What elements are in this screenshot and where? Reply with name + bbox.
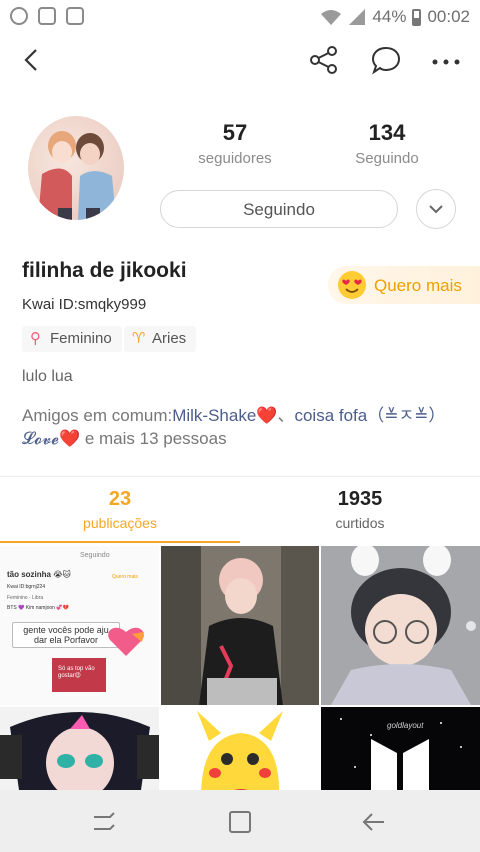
following-count: 134 (368, 120, 406, 145)
wifi-icon (321, 10, 342, 25)
following-label: Seguindo (355, 150, 419, 167)
tile-bts: BTS 💜 Kim namjoon 💞💔 (7, 605, 69, 611)
followers-count: 57 (222, 120, 248, 145)
quero-mais-button[interactable]: Quero mais (328, 266, 480, 304)
publicacoes-label: publicações (83, 515, 157, 531)
heart-icon: ❤️ (58, 429, 81, 448)
following-button[interactable]: Seguindo (160, 190, 398, 228)
post-thumbnail[interactable] (161, 707, 319, 790)
clock: 00:02 (427, 7, 470, 26)
battery-icon (412, 8, 422, 26)
tile-tags: Feminino · Libra (7, 595, 44, 601)
tile-following-label: Seguindo (80, 552, 110, 559)
status-bar: 44% 00:02 (0, 0, 480, 34)
whatsapp-icon (10, 7, 28, 25)
female-icon: ⚲ (30, 330, 41, 347)
post-thumbnail[interactable]: Seguindo tão sozinha 😭🐱 Kwai ID:bgrnj224… (0, 546, 159, 705)
aries-icon: ♈ (132, 330, 146, 347)
share-icon[interactable] (308, 44, 340, 76)
recent-apps-icon[interactable] (90, 808, 118, 836)
bio: lulo lua (22, 368, 73, 385)
mutual-friend-suffix: （≚ㅈ≚） (367, 406, 446, 425)
battery-percent: 44% (372, 7, 407, 26)
tile-kwai-id: Kwai ID:bgrnj224 (7, 584, 46, 590)
heart-eyes-emoji-icon (338, 271, 366, 299)
tile-sub-caption: Só as top vão gostar😍 (58, 666, 95, 679)
post-image (321, 546, 480, 705)
home-icon[interactable] (226, 808, 254, 836)
tile-inner-image: Só as top vão gostar😍 (52, 658, 106, 692)
heart-icon: ❤️ (256, 406, 278, 425)
tile-caption: gente vocês pode aju dar ela Porfavor (12, 622, 120, 648)
mutual-separator: 、 (277, 406, 295, 425)
more-dots-icon[interactable] (430, 44, 462, 76)
chat-bubble-icon[interactable] (370, 44, 402, 76)
zodiac-label: Aries (152, 330, 187, 347)
gender-tag: ⚲ Feminino (22, 326, 122, 352)
chevron-down-icon (429, 205, 443, 214)
tile-quero-mais: Quero mais (112, 574, 138, 580)
tile-text: goldlayout (387, 721, 424, 730)
divider (0, 476, 480, 477)
heart-sticker-icon (108, 627, 144, 656)
photo-icon (38, 7, 56, 25)
posts-grid: Seguindo tão sozinha 😭🐱 Kwai ID:bgrnj224… (0, 546, 480, 790)
mutual-friend-link[interactable]: Milk-Shake (172, 406, 256, 425)
post-image (161, 707, 319, 790)
post-image (0, 707, 159, 790)
post-thumbnail[interactable]: goldlayout (321, 707, 480, 790)
active-tab-indicator (0, 541, 240, 543)
profile-name: filinha de jikooki (22, 259, 187, 282)
mutual-prefix: Amigos em comum: (22, 406, 173, 425)
suggestions-dropdown-button[interactable] (416, 189, 456, 229)
mutual-friends[interactable]: Amigos em comum:Milk-Shake❤️、coisa fofa（… (22, 404, 462, 450)
post-thumbnail[interactable] (321, 546, 480, 705)
tile-name: tão sozinha 😭🐱 (7, 570, 71, 579)
mutual-friend-link[interactable]: coisa fofa (294, 406, 367, 425)
curtidos-count: 1935 (337, 488, 383, 510)
top-app-bar (0, 36, 480, 88)
quero-mais-label: Quero mais (374, 276, 462, 295)
back-arrow-icon[interactable] (18, 44, 50, 76)
post-thumbnail[interactable] (161, 546, 319, 705)
tab-publicacoes[interactable]: 23 publicações (0, 488, 240, 531)
followers-stat[interactable]: 57 seguidores (180, 120, 290, 167)
publicacoes-count: 23 (108, 488, 132, 510)
kwai-id: Kwai ID:smqky999 (22, 296, 147, 313)
gender-label: Feminino (50, 330, 112, 347)
mutual-suffix: e mais 13 pessoas (80, 429, 227, 448)
post-image (321, 707, 480, 790)
curtidos-label: curtidos (335, 515, 385, 531)
post-thumbnail[interactable] (0, 707, 159, 790)
followers-label: seguidores (198, 150, 272, 167)
following-stat[interactable]: 134 Seguindo (332, 120, 442, 167)
signal-icon (349, 9, 366, 25)
tab-curtidos[interactable]: 1935 curtidos (240, 488, 480, 531)
gallery-icon (66, 7, 84, 25)
zodiac-tag: ♈ Aries (124, 326, 197, 352)
mutual-friend-link[interactable]: 𝓛𝓸𝓿𝓮 (22, 429, 59, 448)
post-image (161, 546, 319, 705)
avatar[interactable] (28, 116, 124, 220)
back-icon[interactable] (360, 808, 388, 836)
system-navigation-bar (0, 790, 480, 852)
